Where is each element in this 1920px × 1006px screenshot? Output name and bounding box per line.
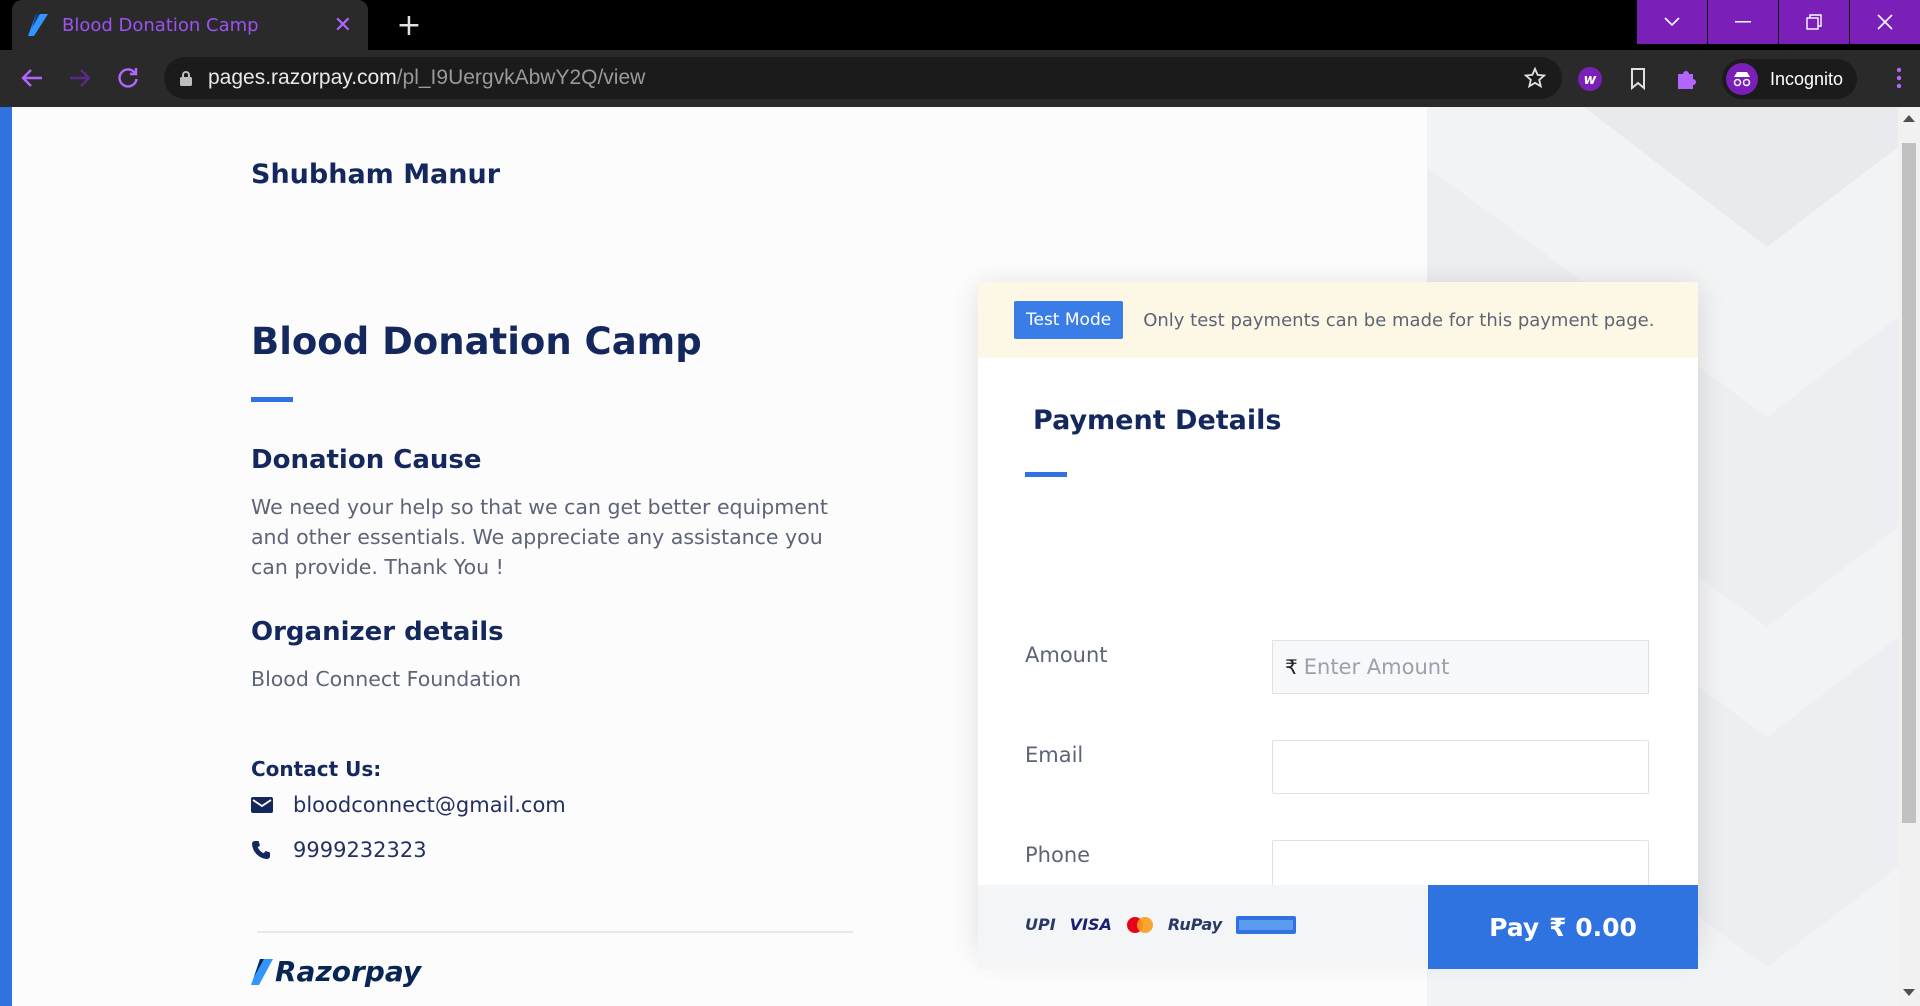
star-bookmark-icon[interactable] <box>1524 67 1546 89</box>
tab-title: Blood Donation Camp <box>62 14 259 36</box>
contact-phone-row: 9999232323 <box>251 838 427 862</box>
razorpay-mark-icon <box>251 958 273 985</box>
bookmark-icon <box>1631 68 1645 90</box>
restore-button[interactable] <box>1779 0 1849 44</box>
amount-field[interactable]: ₹ <box>1272 640 1649 694</box>
lock-icon <box>180 70 192 86</box>
mail-icon <box>251 797 273 813</box>
arrow-left-icon <box>21 69 42 87</box>
incognito-label: Incognito <box>1770 68 1844 89</box>
amount-input[interactable] <box>1303 655 1636 679</box>
payment-details-title: Payment Details <box>1033 405 1282 436</box>
payment-title-accent-bar <box>1025 472 1067 477</box>
organizer-name: Blood Connect Foundation <box>251 667 522 691</box>
incognito-icon <box>1726 63 1758 95</box>
payment-method-logos: UPI VISA RuPay <box>1025 915 1297 934</box>
tab-search-button[interactable] <box>1637 0 1707 44</box>
contact-email-row: bloodconnect@gmail.com <box>251 793 566 817</box>
netbanking-logo-icon <box>1236 915 1297 934</box>
mastercard-logo-icon <box>1126 916 1153 933</box>
window-controls <box>1636 0 1920 44</box>
upi-logo: UPI <box>1025 915 1056 934</box>
amount-label: Amount <box>1025 643 1108 667</box>
browser-menu-button[interactable] <box>1896 67 1902 93</box>
visa-logo: VISA <box>1069 915 1112 934</box>
arrow-right-icon <box>70 69 91 87</box>
url-text: pages.razorpay.com/pl_I9UergvkAbwY2Q/vie… <box>208 66 1524 90</box>
pay-amount: ₹ 0.00 <box>1549 912 1637 942</box>
left-accent-stripe <box>0 107 12 1006</box>
contact-heading: Contact Us: <box>251 757 382 781</box>
payment-footer: UPI VISA RuPay Pay ₹ 0.00 <box>978 885 1698 969</box>
close-tab-icon[interactable]: ✕ <box>334 13 352 38</box>
razorpay-wordmark: Razorpay <box>275 955 422 988</box>
contact-phone[interactable]: 9999232323 <box>293 838 427 862</box>
phone-label: Phone <box>1025 843 1091 867</box>
minimize-icon <box>1735 21 1751 23</box>
address-bar[interactable]: pages.razorpay.com/pl_I9UergvkAbwY2Q/vie… <box>164 57 1562 99</box>
minimize-button[interactable] <box>1708 0 1778 44</box>
rupee-icon: ₹ <box>1285 655 1298 679</box>
footer-divider <box>257 931 853 933</box>
reload-icon <box>118 68 138 88</box>
browser-tab-bar: Blood Donation Camp ✕ + <box>0 0 1920 50</box>
email-label: Email <box>1025 743 1084 767</box>
scroll-thumb[interactable] <box>1902 143 1916 823</box>
extension-w-button[interactable]: w <box>1570 59 1610 99</box>
url-host: pages.razorpay.com <box>208 66 397 89</box>
phone-icon <box>251 840 273 860</box>
more-vertical-icon <box>1896 67 1902 89</box>
page-title: Blood Donation Camp <box>251 320 702 363</box>
email-input[interactable] <box>1272 740 1649 794</box>
donation-cause-text: We need your help so that we can get bet… <box>251 495 828 579</box>
test-mode-banner: Test Mode Only test payments can be made… <box>978 282 1698 358</box>
w-extension-icon: w <box>1578 67 1602 91</box>
extensions-button[interactable] <box>1666 59 1706 99</box>
pay-button[interactable]: Pay ₹ 0.00 <box>1428 885 1698 969</box>
contact-email[interactable]: bloodconnect@gmail.com <box>293 793 566 817</box>
title-accent-bar <box>251 397 293 402</box>
url-path: /pl_I9UergvkAbwY2Q/view <box>396 66 646 89</box>
new-tab-button[interactable]: + <box>392 8 426 43</box>
page-content: Shubham Manur Blood Donation Camp Donati… <box>0 107 1898 1006</box>
browser-toolbar: pages.razorpay.com/pl_I9UergvkAbwY2Q/vie… <box>0 50 1920 107</box>
extension-area: w Incognito <box>1570 59 1858 99</box>
restore-icon <box>1806 14 1822 30</box>
organizer-heading: Organizer details <box>251 617 504 647</box>
chevron-down-icon <box>1664 17 1680 27</box>
donation-cause-heading: Donation Cause <box>251 445 482 475</box>
scroll-down-arrow-icon[interactable] <box>1903 989 1915 996</box>
rupay-logo: RuPay <box>1167 915 1223 934</box>
page-scrollbar[interactable] <box>1898 107 1920 1006</box>
test-mode-message: Only test payments can be made for this … <box>1143 309 1655 331</box>
svg-text:w: w <box>1584 72 1597 88</box>
pay-label: Pay <box>1489 912 1540 942</box>
forward-button[interactable] <box>60 58 100 98</box>
close-window-button[interactable] <box>1850 0 1920 44</box>
merchant-name: Shubham Manur <box>251 159 501 190</box>
incognito-profile-button[interactable]: Incognito <box>1722 59 1858 99</box>
bookmark-button[interactable] <box>1618 59 1658 99</box>
puzzle-icon <box>1678 71 1696 89</box>
back-button[interactable] <box>12 58 52 98</box>
scroll-up-arrow-icon[interactable] <box>1903 115 1915 122</box>
test-mode-badge: Test Mode <box>1014 301 1124 339</box>
reload-button[interactable] <box>108 58 148 98</box>
close-icon <box>1877 14 1893 30</box>
payment-card: Test Mode Only test payments can be made… <box>978 282 1698 969</box>
browser-tab[interactable]: Blood Donation Camp ✕ <box>12 0 368 50</box>
razorpay-logo[interactable]: Razorpay <box>251 955 421 988</box>
razorpay-favicon-icon <box>28 14 48 36</box>
